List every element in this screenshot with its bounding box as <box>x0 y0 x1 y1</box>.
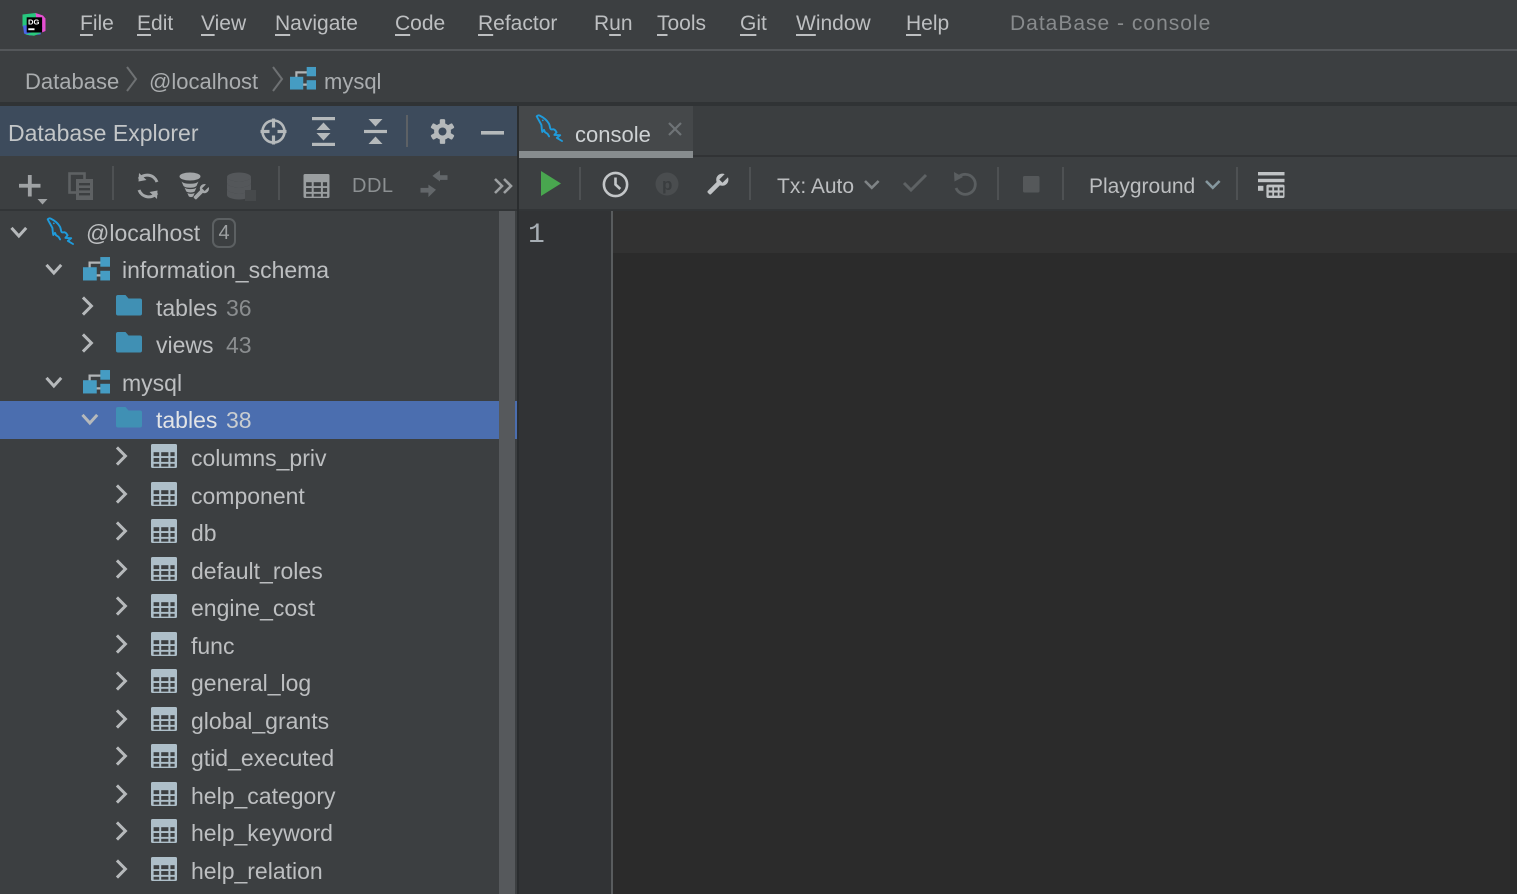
svg-text:DG: DG <box>28 18 39 27</box>
svg-text:p: p <box>662 175 672 194</box>
